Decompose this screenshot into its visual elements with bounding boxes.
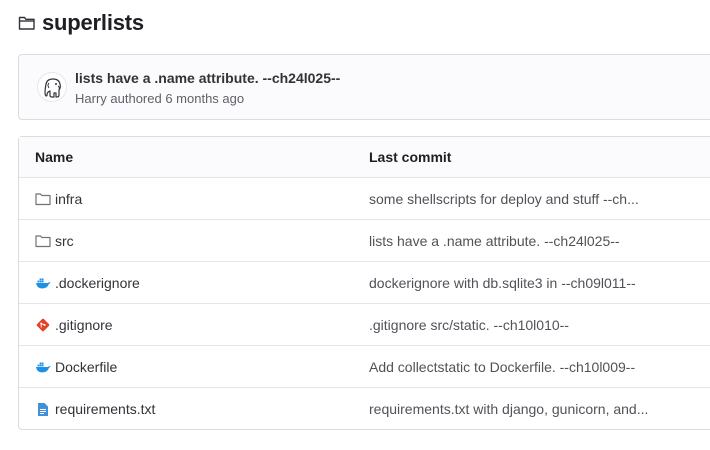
row-commit-message[interactable]: some shellscripts for deploy and stuff -… xyxy=(369,191,639,207)
header-name: Name xyxy=(35,149,74,165)
row-commit-message[interactable]: lists have a .name attribute. --ch24l025… xyxy=(369,233,620,249)
row-commit-message[interactable]: Add collectstatic to Dockerfile. --ch10l… xyxy=(369,359,635,375)
repo-title[interactable]: superlists xyxy=(42,10,144,36)
last-commit-panel: lists have a .name attribute. --ch24l025… xyxy=(18,54,710,120)
header-last-commit: Last commit xyxy=(369,149,452,165)
text-file-icon xyxy=(35,401,51,417)
git-icon xyxy=(35,317,51,333)
file-table: Name Last commit infra some shellscripts… xyxy=(18,136,710,430)
file-name[interactable]: requirements.txt xyxy=(55,401,155,417)
row-commit-message[interactable]: requirements.txt with django, gunicorn, … xyxy=(369,401,648,417)
table-row[interactable]: .dockerignore dockerignore with db.sqlit… xyxy=(19,262,710,304)
docker-icon xyxy=(35,359,51,375)
elephant-avatar-icon xyxy=(38,73,66,101)
table-row[interactable]: .gitignore .gitignore src/static. --ch10… xyxy=(19,304,710,346)
row-commit-message[interactable]: .gitignore src/static. --ch10l010-- xyxy=(369,317,569,333)
folder-icon xyxy=(35,191,51,207)
folder-icon xyxy=(35,233,51,249)
commit-meta: Harry authored 6 months ago xyxy=(75,91,245,106)
file-name[interactable]: .dockerignore xyxy=(55,275,140,291)
author-avatar[interactable] xyxy=(37,72,67,102)
repository-page: superlists lists have a .name attribute.… xyxy=(0,0,710,450)
commit-message[interactable]: lists have a .name attribute. --ch24l025… xyxy=(75,70,340,86)
file-name[interactable]: src xyxy=(55,233,74,249)
table-row[interactable]: Dockerfile Add collectstatic to Dockerfi… xyxy=(19,346,710,388)
table-header: Name Last commit xyxy=(19,137,710,178)
file-name[interactable]: Dockerfile xyxy=(55,359,117,375)
repo-title-row: superlists xyxy=(18,10,144,36)
docker-icon xyxy=(35,275,51,291)
file-name[interactable]: .gitignore xyxy=(55,317,113,333)
table-row[interactable]: src lists have a .name attribute. --ch24… xyxy=(19,220,710,262)
folder-open-icon xyxy=(18,14,36,32)
table-row[interactable]: requirements.txt requirements.txt with d… xyxy=(19,388,710,430)
table-row[interactable]: infra some shellscripts for deploy and s… xyxy=(19,178,710,220)
file-name[interactable]: infra xyxy=(55,191,82,207)
row-commit-message[interactable]: dockerignore with db.sqlite3 in --ch09l0… xyxy=(369,275,636,291)
